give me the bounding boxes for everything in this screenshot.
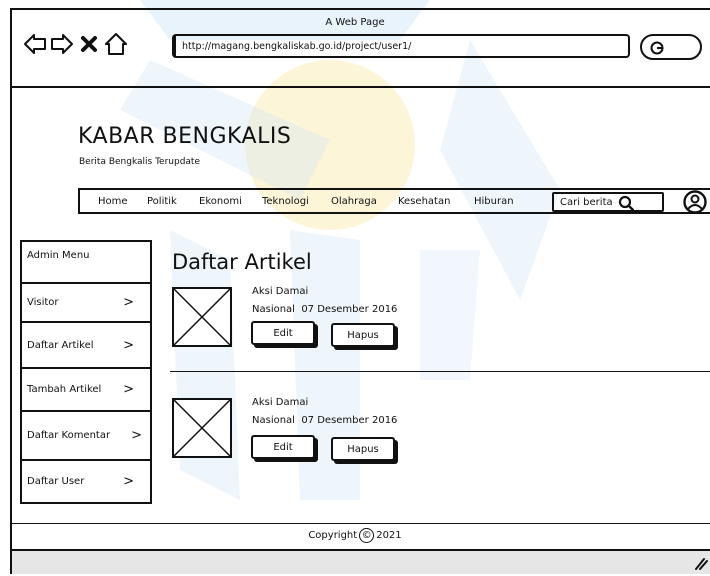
copyright-icon: © bbox=[359, 528, 375, 543]
delete-button[interactable]: Hapus bbox=[331, 437, 395, 461]
user-avatar-icon[interactable] bbox=[682, 190, 708, 214]
resize-grip-icon[interactable] bbox=[692, 556, 708, 570]
chevron-right-icon: > bbox=[123, 337, 134, 353]
nav-item-ekonomi[interactable]: Ekonomi bbox=[199, 196, 242, 207]
chevron-right-icon: > bbox=[123, 294, 134, 310]
sidebar-item-label: Tambah Artikel bbox=[27, 383, 102, 395]
copyright-year: 2021 bbox=[376, 530, 402, 541]
sidebar-item-visitor[interactable]: Visitor > bbox=[20, 284, 152, 320]
sidebar-header-label: Admin Menu bbox=[27, 250, 90, 261]
search-icon bbox=[618, 195, 634, 211]
nav-item-politik[interactable]: Politik bbox=[147, 196, 177, 207]
chrome-divider bbox=[10, 86, 710, 88]
nav-item-kesehatan[interactable]: Kesehatan bbox=[398, 196, 450, 207]
sidebar-item-label: Daftar User bbox=[27, 475, 85, 487]
article-meta: Nasional 07 Desember 2016 bbox=[252, 415, 398, 426]
page-title: Daftar Artikel bbox=[172, 250, 312, 274]
close-icon[interactable] bbox=[80, 35, 98, 53]
chevron-right-icon: > bbox=[123, 473, 134, 489]
article-divider bbox=[170, 371, 710, 372]
status-bar bbox=[12, 549, 710, 574]
article-thumbnail-image-icon bbox=[172, 287, 232, 347]
site-tagline: Berita Bengkalis Terupdate bbox=[79, 157, 200, 167]
sidebar-item-daftar-artikel[interactable]: Daftar Artikel > bbox=[20, 323, 152, 367]
article-title[interactable]: Aksi Damai bbox=[252, 286, 308, 297]
news-search-input[interactable]: Cari berita bbox=[552, 192, 664, 212]
nav-item-hiburan[interactable]: Hiburan bbox=[474, 196, 514, 207]
sidebar-item-daftar-user[interactable]: Daftar User > bbox=[20, 461, 152, 501]
edit-button[interactable]: Edit bbox=[251, 435, 315, 459]
copyright-label: Copyright bbox=[308, 530, 358, 541]
url-text: http://magang.bengkaliskab.go.id/project… bbox=[182, 40, 412, 52]
footer-copyright: Copyright © 2021 bbox=[0, 528, 710, 543]
forward-icon[interactable] bbox=[50, 33, 74, 55]
nav-item-olahraga[interactable]: Olahraga bbox=[331, 196, 377, 207]
news-search-placeholder: Cari berita bbox=[560, 196, 613, 208]
window-title: A Web Page bbox=[325, 17, 385, 28]
site-title: KABAR BENGKALIS bbox=[78, 124, 292, 149]
sidebar-item-label: Visitor bbox=[27, 296, 59, 308]
address-bar[interactable]: http://magang.bengkaliskab.go.id/project… bbox=[172, 34, 630, 58]
chevron-right-icon: > bbox=[131, 427, 142, 443]
home-icon[interactable] bbox=[104, 32, 128, 56]
sidebar-item-label: Daftar Artikel bbox=[27, 339, 94, 351]
article-meta: Nasional 07 Desember 2016 bbox=[252, 304, 398, 315]
article-thumbnail-image-icon bbox=[172, 398, 232, 458]
footer-divider bbox=[10, 523, 710, 524]
browser-search-box[interactable] bbox=[640, 34, 702, 60]
delete-button[interactable]: Hapus bbox=[331, 323, 395, 347]
back-icon[interactable] bbox=[23, 33, 47, 55]
chevron-right-icon: > bbox=[123, 381, 134, 397]
sidebar-item-tambah-artikel[interactable]: Tambah Artikel > bbox=[20, 369, 152, 409]
article-title[interactable]: Aksi Damai bbox=[252, 397, 308, 408]
nav-item-teknologi[interactable]: Teknologi bbox=[262, 196, 309, 207]
nav-item-home[interactable]: Home bbox=[98, 196, 128, 207]
sidebar-item-label: Daftar Komentar bbox=[27, 429, 111, 441]
edit-button[interactable]: Edit bbox=[251, 321, 315, 345]
sidebar-item-daftar-komentar[interactable]: Daftar Komentar > bbox=[20, 412, 152, 458]
search-icon bbox=[650, 41, 664, 55]
sidebar-header: Admin Menu bbox=[20, 242, 152, 282]
